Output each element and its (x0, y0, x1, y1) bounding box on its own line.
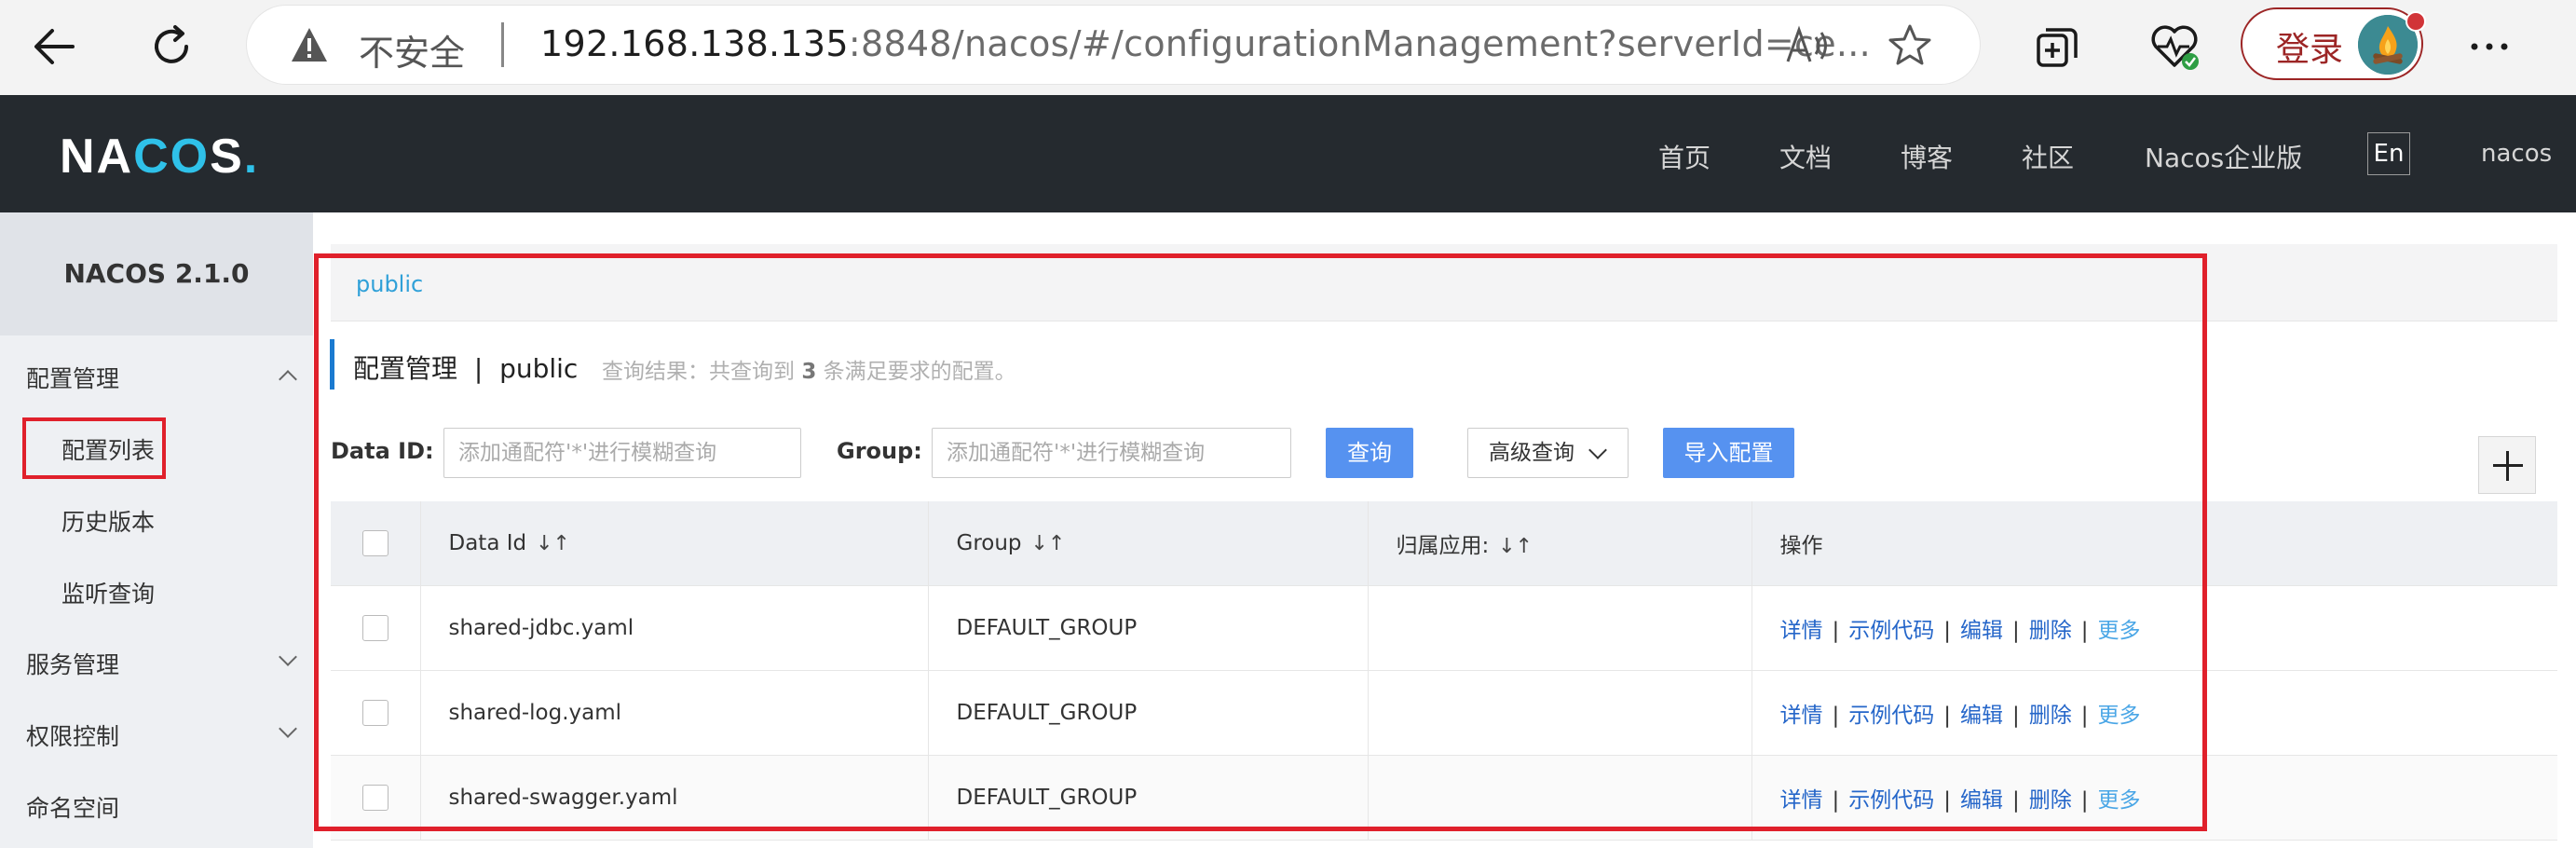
app-header: NACOS. 首页 文档 博客 社区 Nacos企业版 En nacos (0, 95, 2576, 212)
more-menu-button[interactable] (2460, 17, 2519, 76)
warning-triangle-icon (292, 28, 327, 62)
star-icon[interactable] (1887, 22, 1933, 69)
arrow-left-icon (34, 29, 75, 64)
url-divider (501, 22, 504, 67)
url-text[interactable]: 192.168.138.135:8848/nacos/#/configurati… (540, 23, 1871, 64)
highlight-frame (314, 253, 2207, 831)
logo-part: NA (60, 130, 134, 184)
add-config-button[interactable] (2478, 436, 2536, 494)
sidebar-item-config-mgmt[interactable]: 配置管理 (26, 361, 119, 394)
reload-button[interactable] (142, 17, 201, 76)
sidebar-item-service-mgmt[interactable]: 服务管理 (26, 647, 119, 680)
highlight-box (22, 417, 166, 479)
sidebar-item-history[interactable]: 历史版本 (61, 504, 155, 538)
browser-essentials-icon (2151, 25, 2199, 70)
sidebar-item-auth-control[interactable]: 权限控制 (26, 718, 119, 752)
nav-community[interactable]: 社区 (2022, 138, 2074, 175)
read-aloud-icon[interactable] (1784, 24, 1831, 67)
browser-toolbar: 不安全 192.168.138.135:8848/nacos/#/configu… (0, 0, 2576, 95)
logo-part: S (210, 130, 244, 184)
user-name[interactable]: nacos (2481, 140, 2552, 168)
url-host: 192.168.138.135 (540, 23, 849, 64)
chevron-down-icon[interactable] (279, 648, 297, 666)
login-label: 登录 (2276, 31, 2344, 69)
nav-blog[interactable]: 博客 (1901, 138, 1953, 175)
nav-home[interactable]: 首页 (1658, 138, 1711, 175)
insecure-label: 不安全 (359, 33, 466, 74)
logo-part: . (243, 130, 260, 184)
collections-button[interactable] (2027, 17, 2087, 76)
login-button[interactable]: 登录 (2241, 7, 2423, 80)
url-path: :8848/nacos/#/configurationManagement?se… (848, 23, 1872, 64)
collections-icon (2037, 28, 2078, 67)
nav-enterprise[interactable]: Nacos企业版 (2145, 138, 2302, 175)
address-bar[interactable]: 不安全 192.168.138.135:8848/nacos/#/configu… (247, 6, 1980, 84)
back-button[interactable] (24, 17, 84, 76)
sidebar: NACOS 2.1.0 配置管理 配置列表 历史版本 监听查询 服务管理 权限控… (0, 212, 313, 848)
reload-icon (155, 25, 188, 63)
notification-dot (2406, 11, 2426, 32)
language-switch[interactable]: En (2367, 132, 2410, 175)
chevron-up-icon[interactable] (279, 370, 297, 389)
more-dots-icon (2471, 43, 2508, 50)
chevron-down-icon[interactable] (279, 719, 297, 738)
version-label: NACOS 2.1.0 (0, 212, 313, 335)
nacos-logo[interactable]: NACOS. (60, 129, 259, 185)
sidebar-item-namespace[interactable]: 命名空间 (26, 790, 119, 824)
nav-docs[interactable]: 文档 (1779, 138, 1832, 175)
logo-part: CO (133, 130, 211, 184)
browser-essentials-button[interactable] (2145, 17, 2204, 76)
sidebar-item-listen-query[interactable]: 监听查询 (61, 576, 155, 609)
